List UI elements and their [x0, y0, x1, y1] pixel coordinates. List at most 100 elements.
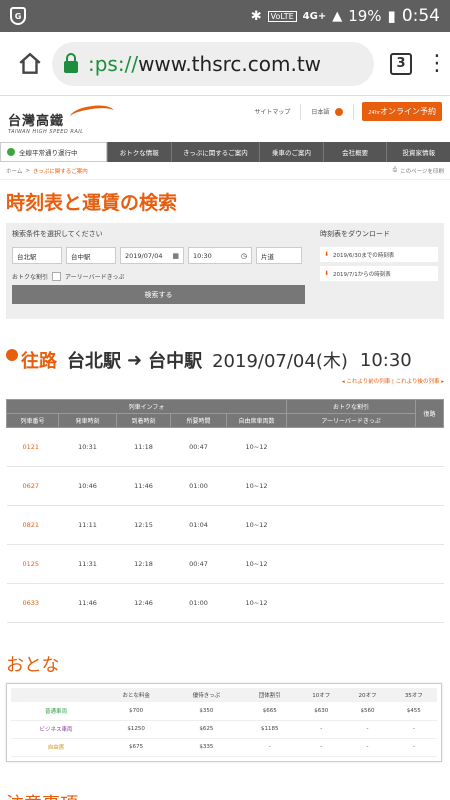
- return-cell: [415, 427, 444, 467]
- table-row[interactable]: 0627 10:46 11:46 01:00 10~12: [6, 466, 444, 506]
- nav-investors[interactable]: 投資家情報: [386, 142, 450, 162]
- arrival-time: 12:18: [116, 544, 171, 584]
- tab-switcher-button[interactable]: 3: [390, 52, 412, 75]
- arrival-time: 12:15: [116, 505, 171, 545]
- url-bar[interactable]: :ps:// www.thsrc.com.tw: [52, 41, 374, 86]
- return-cell: [415, 505, 444, 545]
- table-row[interactable]: 0633 11:46 12:46 01:00 10~12: [6, 583, 444, 623]
- unreserved-cars: 10~12: [226, 583, 287, 623]
- pagination-separator: |: [391, 379, 394, 385]
- language-selector[interactable]: 日本語: [301, 103, 355, 120]
- breadcrumb-current[interactable]: きっぷに関するご案内: [33, 167, 88, 175]
- train-number[interactable]: 0121: [6, 427, 59, 467]
- fare-value: $455: [390, 702, 437, 721]
- site-header: 台灣高鐵 TAIWAN HIGH SPEED RAIL サイトマップ 日本語 2…: [0, 96, 450, 142]
- early-bird-cell: [286, 583, 416, 623]
- fare-value: $665: [241, 702, 299, 721]
- table-row[interactable]: 0125 11:31 12:18 00:47 10~12: [6, 544, 444, 584]
- breadcrumb-home[interactable]: ホーム: [6, 167, 22, 175]
- fare-value: $335: [171, 738, 242, 757]
- sitemap-link[interactable]: サイトマップ: [244, 103, 302, 120]
- early-bird-checkbox[interactable]: [52, 272, 62, 281]
- table-row[interactable]: 0121 10:31 11:18 00:47 10~12: [6, 427, 444, 467]
- group-header-info: 列車インフォ: [6, 399, 287, 414]
- battery-percent: 19%: [348, 7, 382, 25]
- fare-value: $625: [171, 720, 242, 739]
- download-icon: ⬇: [324, 270, 330, 277]
- online-badge: 24hr: [368, 110, 380, 116]
- date-picker[interactable]: 2019/07/04 ▦: [120, 247, 184, 264]
- route-to: 台中駅: [148, 351, 203, 372]
- train-number[interactable]: 0821: [6, 505, 59, 545]
- download-icon: ⬇: [324, 251, 330, 258]
- to-station-value: 台中駅: [71, 252, 91, 261]
- shield-icon: G: [10, 7, 26, 25]
- to-station-select[interactable]: 台中駅: [66, 247, 116, 264]
- nav-tickets[interactable]: きっぷに関するご案内: [170, 142, 260, 162]
- volte-icon: VoLTE: [267, 10, 297, 22]
- fare-col-10off: 10オフ: [298, 688, 345, 702]
- fare-row-unreserved: 自由席 $675 $335 - - - -: [11, 738, 437, 757]
- train-number[interactable]: 0633: [6, 583, 59, 623]
- bluetooth-icon: ✱: [250, 8, 262, 24]
- nav-company[interactable]: 会社概要: [322, 142, 387, 162]
- fare-col-20off: 20オフ: [344, 688, 391, 702]
- status-dot-icon: [7, 148, 15, 156]
- fare-col-class: [11, 688, 101, 702]
- service-status[interactable]: 全線平常通り運行中: [0, 142, 107, 162]
- departure-time: 11:11: [58, 505, 117, 545]
- from-station-select[interactable]: 台北駅: [12, 247, 62, 264]
- more-menu-icon[interactable]: ⋮: [426, 51, 448, 76]
- fare-value: $1185: [241, 720, 299, 739]
- notes-title: 注意事項: [0, 762, 450, 800]
- discount-label: おトクな割引: [12, 274, 49, 281]
- arrow-right-icon: ➜: [127, 349, 143, 371]
- search-panel: 検索条件を選択してください 台北駅 台中駅 2019/07/04 ▦ 10:30 ◷…: [6, 223, 444, 319]
- fare-value: $700: [101, 702, 172, 721]
- table-row[interactable]: 0821 11:11 12:15 01:04 10~12: [6, 505, 444, 545]
- time-value: 10:30: [193, 251, 212, 260]
- unreserved-cars: 10~12: [226, 466, 287, 506]
- early-bird-label: アーリーバードきっぷ: [65, 274, 125, 281]
- main-nav: 全線平常通り運行中 おトクな情報 きっぷに関するご案内 乗車のご案内 会社概要 …: [0, 142, 450, 162]
- print-button[interactable]: ⎙ このページを印刷: [393, 167, 444, 175]
- arrival-time: 11:18: [116, 427, 171, 467]
- departure-time: 11:46: [58, 583, 117, 623]
- fare-class-label: 自由席: [11, 738, 101, 757]
- return-cell: [415, 583, 444, 623]
- logo-subtext: TAIWAN HIGH SPEED RAIL: [8, 128, 84, 135]
- download-timetable-old[interactable]: ⬇ 2019/6/30までの時刻表: [320, 247, 438, 262]
- online-booking-button[interactable]: 24hrオンライン予約: [362, 102, 442, 121]
- fare-value: $350: [171, 702, 242, 721]
- route-time: 10:30: [359, 349, 412, 371]
- time-picker[interactable]: 10:30 ◷: [188, 247, 252, 264]
- fare-row-business: ビジネス車両 $1250 $625 $1185 - - -: [11, 720, 437, 739]
- fare-value: -: [298, 720, 345, 739]
- logo-swoosh-icon: [69, 103, 115, 125]
- print-label: このページを印刷: [400, 168, 444, 175]
- home-button[interactable]: [8, 42, 52, 86]
- duration: 00:47: [170, 544, 227, 584]
- prev-trains-label: これより前の列車: [346, 379, 391, 385]
- fare-row-standard: 普通車両 $700 $350 $665 $630 $560 $455: [11, 702, 437, 721]
- search-button[interactable]: 検索する: [12, 285, 305, 304]
- prev-trains-link[interactable]: ◂ これより前の列車: [342, 379, 390, 385]
- home-icon: [19, 52, 41, 74]
- col-departure: 発車時刻: [58, 413, 117, 428]
- route-from: 台北駅: [67, 351, 121, 372]
- search-label: 検索条件を選択してください: [12, 230, 103, 238]
- next-trains-link[interactable]: これより後の列車 ▸: [396, 379, 444, 385]
- nav-boarding[interactable]: 乗車のご案内: [259, 142, 323, 162]
- group-header-return: 復路: [415, 399, 444, 428]
- download-timetable-new[interactable]: ⬇ 2019/7/1からの時刻表: [320, 266, 438, 281]
- unreserved-cars: 10~12: [226, 505, 287, 545]
- trip-type-select[interactable]: 片道: [256, 247, 302, 264]
- printer-icon: ⎙: [392, 167, 398, 173]
- train-number[interactable]: 0125: [6, 544, 59, 584]
- nav-deals[interactable]: おトクな情報: [107, 142, 171, 162]
- fare-value: $560: [344, 702, 391, 721]
- chevron-down-icon: [335, 107, 344, 116]
- fare-col-concession: 優待きっぷ: [171, 688, 242, 702]
- train-number[interactable]: 0627: [6, 466, 59, 506]
- header-links: サイトマップ 日本語 24hrオンライン予約: [244, 102, 442, 121]
